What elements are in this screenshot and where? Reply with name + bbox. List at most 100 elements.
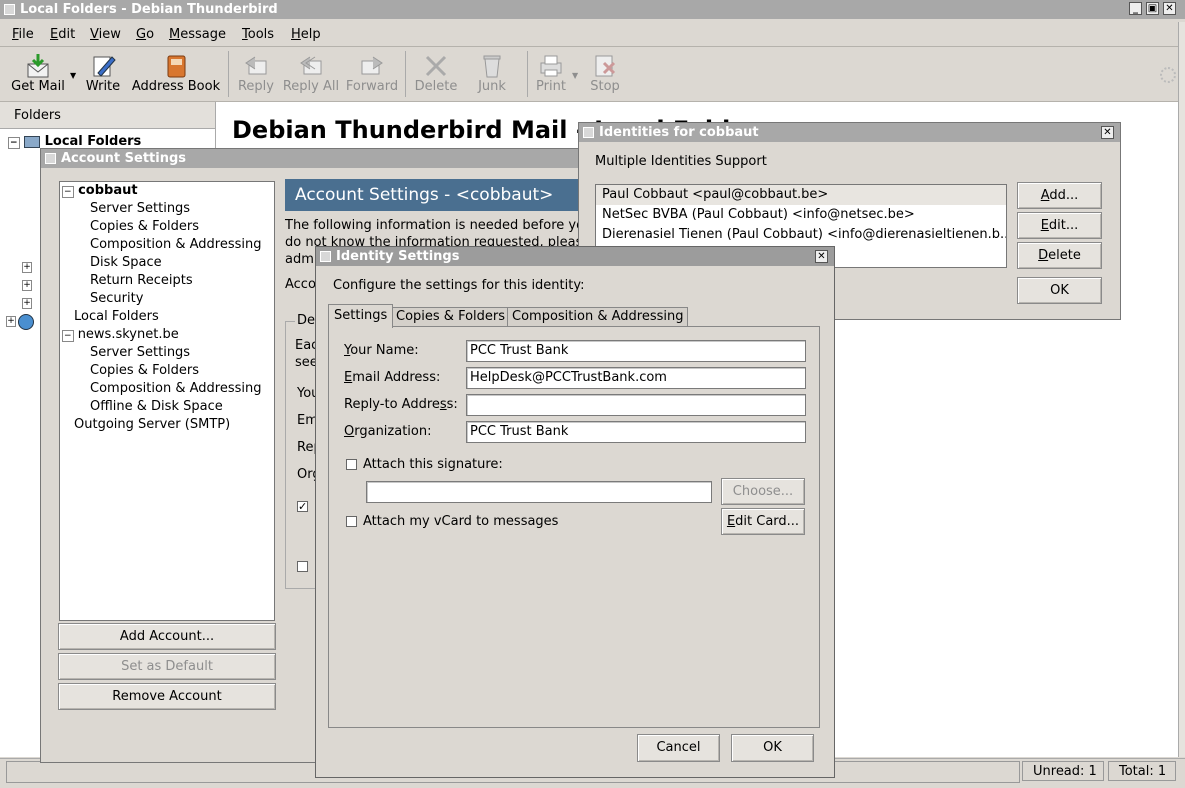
menu-tools[interactable]: Tools bbox=[242, 27, 274, 42]
write-icon bbox=[93, 56, 116, 77]
set-default-button[interactable]: Set as Default bbox=[58, 653, 276, 680]
window-menu-icon[interactable] bbox=[45, 153, 56, 164]
write-label: Write bbox=[85, 79, 121, 94]
print-dropdown-arrow[interactable]: ▼ bbox=[572, 71, 578, 80]
tree-item-composition-addressing[interactable]: Composition & Addressing bbox=[90, 381, 261, 396]
tree-item-news-skynet[interactable]: − news.skynet.be bbox=[62, 327, 179, 342]
throbber-icon bbox=[1160, 67, 1176, 83]
minimize-button[interactable]: _ bbox=[1129, 2, 1142, 15]
reply-button[interactable]: Reply bbox=[234, 53, 278, 94]
get-mail-icon bbox=[27, 54, 49, 78]
menu-view[interactable]: View bbox=[90, 27, 121, 42]
close-button[interactable]: ✕ bbox=[1101, 126, 1114, 139]
delete-identity-button[interactable]: Delete bbox=[1017, 242, 1102, 269]
ok-button[interactable]: OK bbox=[731, 734, 814, 762]
account-settings-titlebar[interactable]: Account Settings bbox=[41, 149, 599, 168]
identity-settings-titlebar[interactable]: Identity Settings bbox=[316, 247, 834, 266]
intro-line: The following information is needed befo… bbox=[285, 218, 593, 233]
stop-label: Stop bbox=[590, 79, 620, 94]
tree-item-cobbaut[interactable]: − cobbaut bbox=[62, 183, 138, 198]
menu-help[interactable]: Help bbox=[291, 27, 321, 42]
folder-local-folders[interactable]: − Local Folders bbox=[8, 134, 141, 149]
add-identity-button[interactable]: Add... bbox=[1017, 182, 1102, 209]
reply-label: Reply bbox=[237, 79, 274, 94]
toolbar-separator bbox=[228, 51, 229, 97]
add-account-button[interactable]: Add Account... bbox=[58, 623, 276, 650]
expand-icon[interactable]: + bbox=[22, 298, 32, 309]
print-button[interactable]: Print bbox=[532, 53, 570, 94]
your-name-field[interactable]: PCC Trust Bank bbox=[466, 340, 806, 362]
folder-root-label: Local Folders bbox=[44, 134, 142, 149]
get-mail-dropdown-arrow[interactable]: ▼ bbox=[70, 71, 76, 80]
identity-prompt: Configure the settings for this identity… bbox=[333, 278, 585, 293]
tab-settings[interactable]: Settings bbox=[328, 304, 394, 328]
identities-heading: Multiple Identities Support bbox=[595, 154, 767, 169]
write-button[interactable]: Write bbox=[84, 53, 122, 94]
attach-signature-label: Attach this signature: bbox=[363, 457, 503, 472]
signature-checkbox[interactable]: ✓ bbox=[297, 501, 308, 512]
reply-all-button[interactable]: Reply All bbox=[282, 53, 340, 94]
menu-go[interactable]: Go bbox=[136, 27, 154, 42]
tree-item-copies-folders[interactable]: Copies & Folders bbox=[90, 219, 199, 234]
window-menu-icon[interactable] bbox=[320, 251, 331, 262]
vcard-checkbox[interactable] bbox=[297, 561, 308, 572]
account-tree[interactable]: − cobbaut Server Settings Copies & Folde… bbox=[59, 181, 275, 621]
main-titlebar[interactable]: Local Folders - Debian Thunderbird bbox=[0, 0, 1185, 19]
address-book-icon bbox=[167, 55, 186, 78]
stop-button[interactable]: Stop bbox=[586, 53, 624, 94]
maximize-button[interactable]: ▣ bbox=[1146, 2, 1159, 15]
tree-item-composition-addressing[interactable]: Composition & Addressing bbox=[90, 237, 261, 252]
reply-to-field[interactable] bbox=[466, 394, 806, 416]
window-menu-icon[interactable] bbox=[4, 4, 15, 15]
email-label: Email Address: bbox=[344, 370, 441, 385]
tree-item-server-settings[interactable]: Server Settings bbox=[90, 345, 190, 360]
remove-account-button[interactable]: Remove Account bbox=[58, 683, 276, 710]
expand-icon[interactable]: + bbox=[22, 262, 32, 273]
scrollbar[interactable] bbox=[1178, 22, 1185, 757]
tab-copies-folders[interactable]: Copies & Folders bbox=[391, 307, 511, 327]
globe-icon bbox=[18, 314, 34, 330]
window-menu-icon[interactable] bbox=[583, 127, 594, 138]
tree-item-security[interactable]: Security bbox=[90, 291, 143, 306]
close-button[interactable]: ✕ bbox=[815, 250, 828, 263]
delete-button[interactable]: Delete bbox=[410, 53, 462, 94]
tab-composition-addressing[interactable]: Composition & Addressing bbox=[507, 307, 689, 327]
email-field[interactable]: HelpDesk@PCCTrustBank.com bbox=[466, 367, 806, 389]
identities-titlebar[interactable]: Identities for cobbaut bbox=[579, 123, 1120, 142]
close-button[interactable]: ✕ bbox=[1163, 2, 1176, 15]
account-banner-text: Account Settings - <cobbaut> bbox=[295, 185, 554, 205]
tree-item-return-receipts[interactable]: Return Receipts bbox=[90, 273, 193, 288]
attach-vcard-checkbox[interactable] bbox=[346, 516, 357, 527]
tree-item-local-folders[interactable]: Local Folders bbox=[74, 309, 159, 324]
tree-item-copies-folders[interactable]: Copies & Folders bbox=[90, 363, 199, 378]
identity-item[interactable]: NetSec BVBA (Paul Cobbaut) <info@netsec.… bbox=[596, 205, 1006, 225]
tree-item-outgoing-server[interactable]: Outgoing Server (SMTP) bbox=[74, 417, 230, 432]
folders-header-label: Folders bbox=[14, 108, 61, 123]
forward-button[interactable]: Forward bbox=[344, 53, 400, 94]
edit-identity-button[interactable]: Edit... bbox=[1017, 212, 1102, 239]
account-name-label: Acco bbox=[285, 277, 316, 292]
tree-item-server-settings[interactable]: Server Settings bbox=[90, 201, 190, 216]
choose-button[interactable]: Choose... bbox=[721, 478, 805, 505]
identities-ok-button[interactable]: OK bbox=[1017, 277, 1102, 304]
main-window-title: Local Folders - Debian Thunderbird bbox=[20, 2, 278, 17]
edit-card-button[interactable]: Edit Card... bbox=[721, 508, 805, 535]
signature-file-field[interactable] bbox=[366, 481, 712, 503]
get-mail-button[interactable]: Get Mail bbox=[8, 53, 68, 94]
menu-file[interactable]: File bbox=[12, 27, 34, 42]
attach-signature-checkbox[interactable] bbox=[346, 459, 357, 470]
reply-all-icon bbox=[300, 56, 322, 75]
menu-edit[interactable]: Edit bbox=[50, 27, 75, 42]
expand-icon[interactable]: + bbox=[22, 280, 32, 291]
tree-item-label: news.skynet.be bbox=[77, 327, 179, 342]
expand-icon[interactable]: + bbox=[6, 316, 16, 327]
organization-field[interactable]: PCC Trust Bank bbox=[466, 421, 806, 443]
identity-item[interactable]: Dierenasiel Tienen (Paul Cobbaut) <info@… bbox=[596, 225, 1006, 245]
junk-button[interactable]: Junk bbox=[470, 53, 514, 94]
address-book-button[interactable]: Address Book bbox=[130, 53, 222, 94]
cancel-button[interactable]: Cancel bbox=[637, 734, 720, 762]
menu-message[interactable]: Message bbox=[169, 27, 226, 42]
tree-item-offline-disk-space[interactable]: Offline & Disk Space bbox=[90, 399, 223, 414]
tree-item-disk-space[interactable]: Disk Space bbox=[90, 255, 162, 270]
identity-item[interactable]: Paul Cobbaut <paul@cobbaut.be> bbox=[596, 185, 1006, 205]
